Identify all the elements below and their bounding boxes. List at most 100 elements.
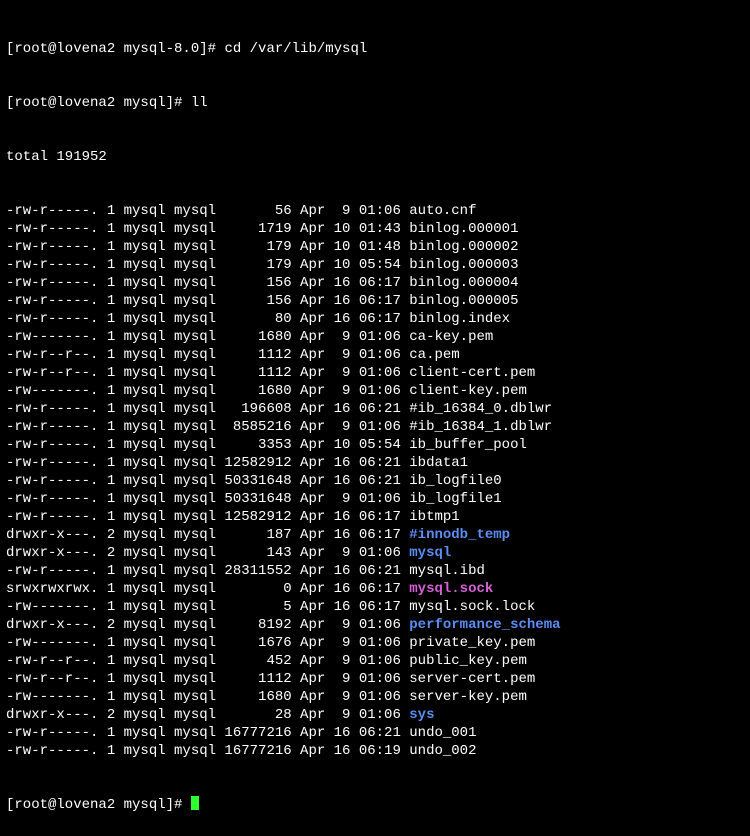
file-name: #ib_16384_0.dblwr: [409, 401, 552, 417]
list-item: -rw-r-----. 1 mysql mysql 1719 Apr 10 01…: [6, 220, 744, 238]
file-meta: -rw-r-----. 1 mysql mysql 179 Apr 10 01:…: [6, 239, 409, 255]
file-meta: -rw-r-----. 1 mysql mysql 16777216 Apr 1…: [6, 743, 409, 759]
list-item: -rw-r-----. 1 mysql mysql 12582912 Apr 1…: [6, 454, 744, 472]
prompt-line: [root@lovena2 mysql]# ll: [6, 94, 744, 112]
file-meta: -rw-------. 1 mysql mysql 1680 Apr 9 01:…: [6, 689, 409, 705]
list-item: -rw-r-----. 1 mysql mysql 28311552 Apr 1…: [6, 562, 744, 580]
file-meta: -rw-r-----. 1 mysql mysql 50331648 Apr 9…: [6, 491, 409, 507]
file-meta: -rw-r-----. 1 mysql mysql 156 Apr 16 06:…: [6, 275, 409, 291]
file-name: ib_buffer_pool: [409, 437, 527, 453]
file-name: ibtmp1: [409, 509, 459, 525]
list-item: drwxr-x---. 2 mysql mysql 28 Apr 9 01:06…: [6, 706, 744, 724]
file-meta: srwxrwxrwx. 1 mysql mysql 0 Apr 16 06:17: [6, 581, 409, 597]
shell-prompt: [root@lovena2 mysql-8.0]#: [6, 41, 224, 57]
list-item: -rw-------. 1 mysql mysql 1680 Apr 9 01:…: [6, 382, 744, 400]
file-meta: -rw-r-----. 1 mysql mysql 179 Apr 10 05:…: [6, 257, 409, 273]
list-item: -rw-r-----. 1 mysql mysql 80 Apr 16 06:1…: [6, 310, 744, 328]
file-meta: -rw-r-----. 1 mysql mysql 50331648 Apr 1…: [6, 473, 409, 489]
file-name: binlog.000005: [409, 293, 518, 309]
list-item: -rw-------. 1 mysql mysql 1676 Apr 9 01:…: [6, 634, 744, 652]
list-item: -rw-r-----. 1 mysql mysql 156 Apr 16 06:…: [6, 292, 744, 310]
list-item: drwxr-x---. 2 mysql mysql 8192 Apr 9 01:…: [6, 616, 744, 634]
list-item: drwxr-x---. 2 mysql mysql 187 Apr 16 06:…: [6, 526, 744, 544]
file-name: binlog.000001: [409, 221, 518, 237]
file-name: binlog.000004: [409, 275, 518, 291]
list-item: -rw-r-----. 1 mysql mysql 56 Apr 9 01:06…: [6, 202, 744, 220]
file-meta: drwxr-x---. 2 mysql mysql 187 Apr 16 06:…: [6, 527, 409, 543]
file-meta: -rw-r-----. 1 mysql mysql 28311552 Apr 1…: [6, 563, 409, 579]
list-item: -rw-------. 1 mysql mysql 5 Apr 16 06:17…: [6, 598, 744, 616]
file-name: #innodb_temp: [409, 527, 510, 543]
list-item: -rw-r-----. 1 mysql mysql 12582912 Apr 1…: [6, 508, 744, 526]
file-meta: -rw-------. 1 mysql mysql 5 Apr 16 06:17: [6, 599, 409, 615]
file-name: server-key.pem: [409, 689, 527, 705]
list-item: -rw-r--r--. 1 mysql mysql 1112 Apr 9 01:…: [6, 670, 744, 688]
file-meta: -rw-------. 1 mysql mysql 1680 Apr 9 01:…: [6, 329, 409, 345]
list-item: srwxrwxrwx. 1 mysql mysql 0 Apr 16 06:17…: [6, 580, 744, 598]
file-meta: drwxr-x---. 2 mysql mysql 28 Apr 9 01:06: [6, 707, 409, 723]
total-line: total 191952: [6, 148, 744, 166]
file-name: ib_logfile1: [409, 491, 501, 507]
list-item: -rw-r-----. 1 mysql mysql 8585216 Apr 9 …: [6, 418, 744, 436]
file-meta: -rw-------. 1 mysql mysql 1680 Apr 9 01:…: [6, 383, 409, 399]
file-name: private_key.pem: [409, 635, 535, 651]
list-item: -rw-r-----. 1 mysql mysql 16777216 Apr 1…: [6, 742, 744, 760]
file-meta: -rw-r--r--. 1 mysql mysql 1112 Apr 9 01:…: [6, 671, 409, 687]
file-meta: -rw-r-----. 1 mysql mysql 12582912 Apr 1…: [6, 509, 409, 525]
file-meta: -rw-r-----. 1 mysql mysql 196608 Apr 16 …: [6, 401, 409, 417]
file-name: mysql.sock: [409, 581, 493, 597]
list-item: -rw-r-----. 1 mysql mysql 179 Apr 10 05:…: [6, 256, 744, 274]
file-meta: drwxr-x---. 2 mysql mysql 8192 Apr 9 01:…: [6, 617, 409, 633]
file-name: mysql.sock.lock: [409, 599, 535, 615]
list-item: -rw-r-----. 1 mysql mysql 16777216 Apr 1…: [6, 724, 744, 742]
file-meta: -rw-r-----. 1 mysql mysql 16777216 Apr 1…: [6, 725, 409, 741]
command-ll: ll: [191, 95, 208, 111]
list-item: -rw-r--r--. 1 mysql mysql 1112 Apr 9 01:…: [6, 346, 744, 364]
file-name: ca-key.pem: [409, 329, 493, 345]
list-item: -rw-------. 1 mysql mysql 1680 Apr 9 01:…: [6, 328, 744, 346]
file-meta: -rw-r-----. 1 mysql mysql 3353 Apr 10 05…: [6, 437, 409, 453]
file-name: ibdata1: [409, 455, 468, 471]
file-meta: -rw-r-----. 1 mysql mysql 80 Apr 16 06:1…: [6, 311, 409, 327]
file-meta: -rw-r--r--. 1 mysql mysql 1112 Apr 9 01:…: [6, 365, 409, 381]
file-name: ib_logfile0: [409, 473, 501, 489]
list-item: -rw-r--r--. 1 mysql mysql 452 Apr 9 01:0…: [6, 652, 744, 670]
shell-prompt: [root@lovena2 mysql]#: [6, 797, 191, 813]
prompt-line: [root@lovena2 mysql-8.0]# cd /var/lib/my…: [6, 40, 744, 58]
shell-prompt: [root@lovena2 mysql]#: [6, 95, 191, 111]
file-meta: -rw-r--r--. 1 mysql mysql 452 Apr 9 01:0…: [6, 653, 409, 669]
file-meta: -rw-r-----. 1 mysql mysql 1719 Apr 10 01…: [6, 221, 409, 237]
file-name: client-key.pem: [409, 383, 527, 399]
file-name: #ib_16384_1.dblwr: [409, 419, 552, 435]
cursor-icon: [191, 796, 199, 810]
file-name: auto.cnf: [409, 203, 476, 219]
list-item: -rw-r--r--. 1 mysql mysql 1112 Apr 9 01:…: [6, 364, 744, 382]
file-name: mysql: [409, 545, 451, 561]
file-meta: -rw-r-----. 1 mysql mysql 56 Apr 9 01:06: [6, 203, 409, 219]
list-item: -rw-r-----. 1 mysql mysql 50331648 Apr 1…: [6, 472, 744, 490]
command-cd: cd /var/lib/mysql: [224, 41, 367, 57]
file-meta: -rw-r-----. 1 mysql mysql 12582912 Apr 1…: [6, 455, 409, 471]
file-name: server-cert.pem: [409, 671, 535, 687]
file-name: ca.pem: [409, 347, 459, 363]
file-name: binlog.index: [409, 311, 510, 327]
list-item: -rw-r-----. 1 mysql mysql 3353 Apr 10 05…: [6, 436, 744, 454]
list-item: -rw-r-----. 1 mysql mysql 50331648 Apr 9…: [6, 490, 744, 508]
file-meta: drwxr-x---. 2 mysql mysql 143 Apr 9 01:0…: [6, 545, 409, 561]
prompt-line: [root@lovena2 mysql]#: [6, 796, 744, 814]
file-name: performance_schema: [409, 617, 560, 633]
file-name: binlog.000002: [409, 239, 518, 255]
file-meta: -rw-------. 1 mysql mysql 1676 Apr 9 01:…: [6, 635, 409, 651]
list-item: drwxr-x---. 2 mysql mysql 143 Apr 9 01:0…: [6, 544, 744, 562]
file-name: undo_001: [409, 725, 476, 741]
file-meta: -rw-r-----. 1 mysql mysql 156 Apr 16 06:…: [6, 293, 409, 309]
list-item: -rw-------. 1 mysql mysql 1680 Apr 9 01:…: [6, 688, 744, 706]
file-meta: -rw-r--r--. 1 mysql mysql 1112 Apr 9 01:…: [6, 347, 409, 363]
file-name: undo_002: [409, 743, 476, 759]
list-item: -rw-r-----. 1 mysql mysql 196608 Apr 16 …: [6, 400, 744, 418]
file-listing: -rw-r-----. 1 mysql mysql 56 Apr 9 01:06…: [6, 202, 744, 760]
terminal[interactable]: [root@lovena2 mysql-8.0]# cd /var/lib/my…: [0, 0, 750, 836]
file-name: public_key.pem: [409, 653, 527, 669]
file-name: sys: [409, 707, 434, 723]
file-name: binlog.000003: [409, 257, 518, 273]
